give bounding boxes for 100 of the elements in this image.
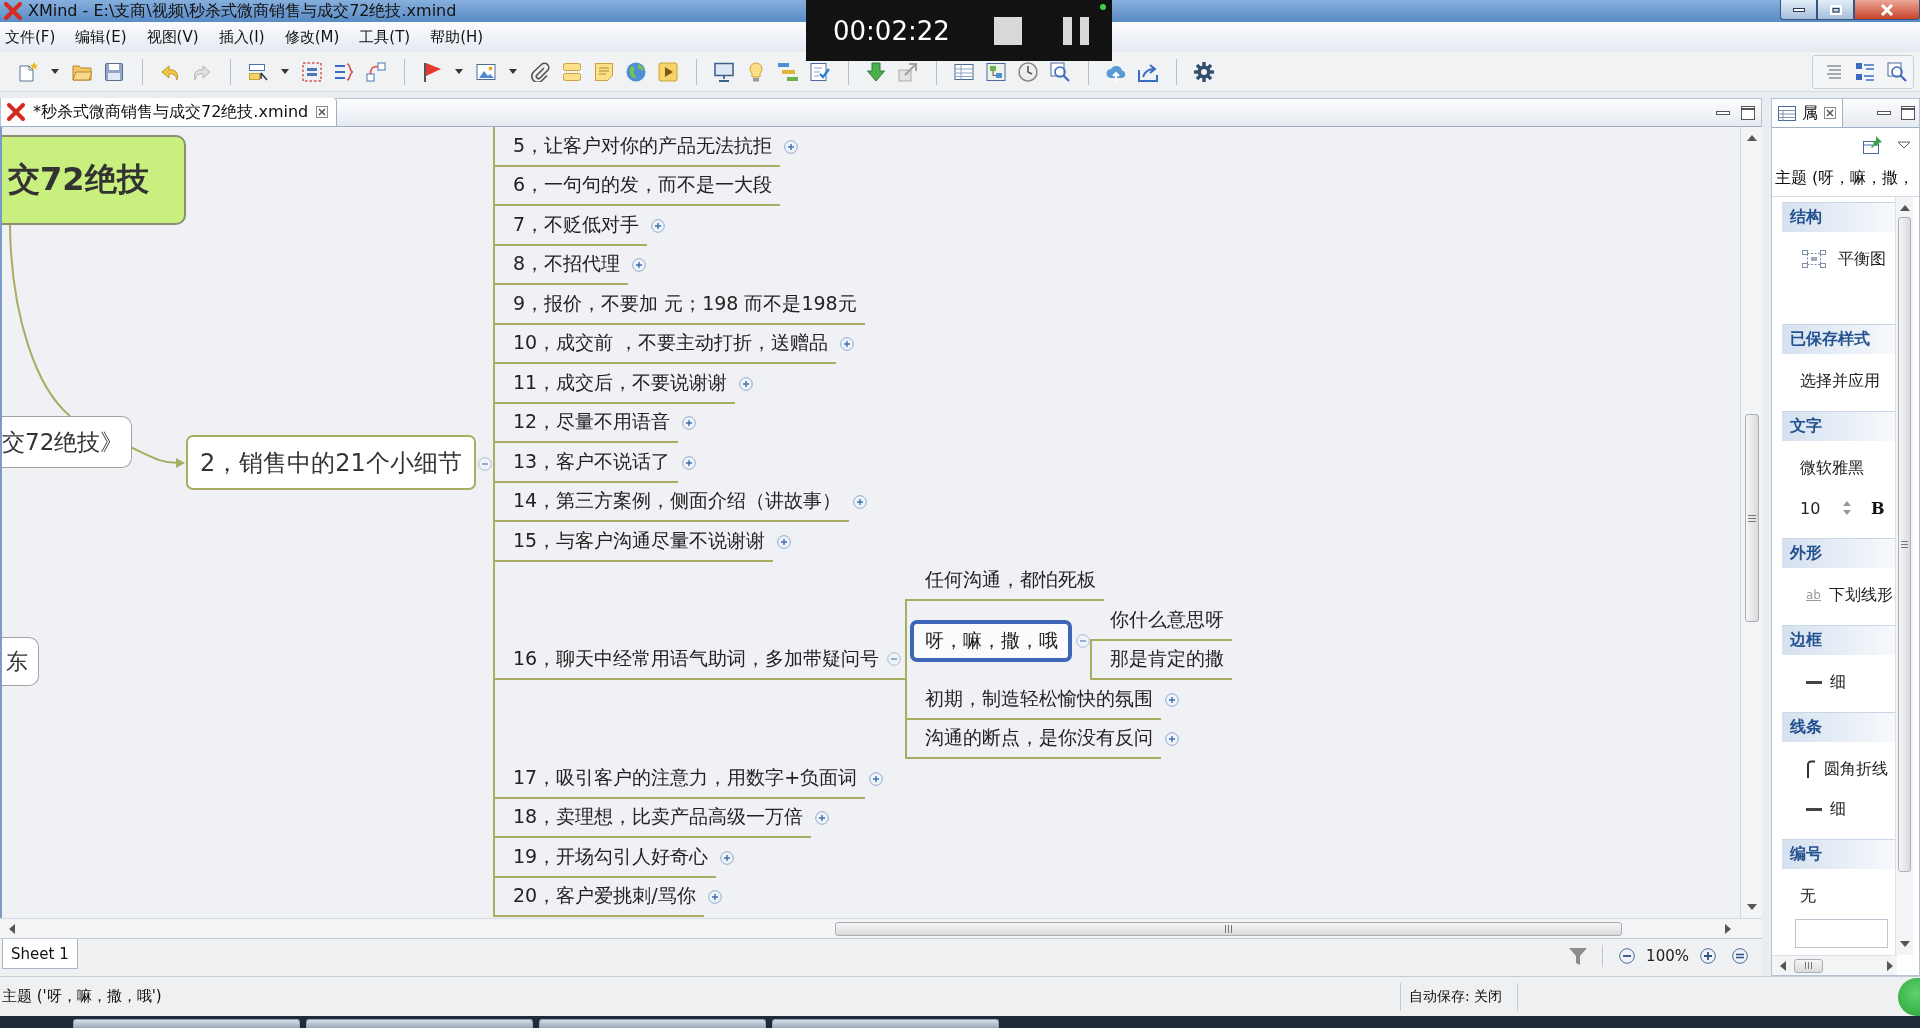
menu-item[interactable]: 插入(I) — [218, 27, 265, 47]
scroll-up-icon[interactable] — [1746, 135, 1757, 141]
numbering-field[interactable] — [1795, 919, 1888, 948]
menu-item[interactable]: 视图(V) — [146, 27, 199, 47]
caret-icon[interactable] — [281, 69, 289, 74]
maximize-icon[interactable] — [1901, 106, 1915, 120]
pause-icon[interactable] — [1062, 16, 1089, 45]
menu-item[interactable]: 编辑(E) — [75, 27, 127, 47]
subtopic[interactable]: 5，让客户对你的产品无法抗拒 — [493, 127, 781, 167]
subtopic[interactable]: 6，一句句的发，而不是一大段 — [493, 166, 781, 206]
monitor-icon[interactable] — [714, 61, 734, 82]
expand-icon[interactable] — [869, 771, 884, 786]
add-topic-icon[interactable] — [248, 61, 268, 82]
subtopic[interactable]: 沟通的断点，是你没有反问 — [905, 719, 1162, 759]
subtopic[interactable]: 12，尽量不用语音 — [493, 403, 679, 443]
horizontal-scrollbar[interactable] — [1772, 955, 1897, 975]
expand-icon[interactable] — [739, 376, 754, 391]
caret-icon[interactable] — [1897, 140, 1911, 149]
lightbulb-icon[interactable] — [746, 61, 766, 82]
section-header[interactable]: 已保存样式 — [1782, 324, 1895, 354]
central-topic[interactable]: 交72绝技 — [2, 135, 186, 225]
caret-icon[interactable] — [509, 69, 517, 74]
checklist-icon[interactable] — [810, 61, 830, 82]
menu-item[interactable]: 帮助(H) — [430, 27, 484, 47]
scrollbar-thumb[interactable] — [1744, 414, 1759, 622]
menu-item[interactable]: 修改(M) — [284, 27, 340, 47]
menu-item[interactable]: 工具(T) — [359, 27, 411, 47]
caret-icon[interactable] — [455, 69, 463, 74]
filter-icon[interactable] — [1568, 947, 1589, 965]
panel-tab[interactable]: 属 — [1772, 99, 1843, 127]
bold-button[interactable]: B — [1869, 498, 1887, 518]
subtopic[interactable]: 呀，嘛，撒，哦 — [910, 619, 1073, 662]
export-icon[interactable] — [898, 61, 918, 82]
property-option[interactable]: ab 下划线形 — [1782, 575, 1895, 615]
share-icon[interactable] — [1138, 61, 1158, 82]
subtopic[interactable]: 任何沟通，都怕死板 — [905, 561, 1105, 601]
stop-icon[interactable] — [993, 16, 1022, 45]
expand-icon[interactable] — [853, 495, 868, 510]
paperclip-icon[interactable] — [530, 61, 550, 82]
horizontal-scrollbar[interactable] — [0, 918, 1762, 938]
expand-icon[interactable] — [1165, 732, 1180, 747]
subtopic[interactable]: 9，报价，不要加 元；198 而不是198元 — [493, 285, 865, 325]
outline-icon[interactable] — [1855, 61, 1875, 82]
topic[interactable]: 交72绝技》 — [2, 416, 133, 468]
save-icon[interactable] — [104, 61, 124, 82]
expand-icon[interactable] — [720, 850, 735, 865]
magnifier-icon[interactable] — [1050, 61, 1070, 82]
scrollbar-thumb[interactable] — [1794, 958, 1823, 973]
diagram-icon[interactable] — [986, 61, 1006, 82]
subtopic[interactable]: 初期，制造轻松愉快的氛围 — [905, 680, 1162, 720]
property-option[interactable]: 平衡图 — [1782, 239, 1895, 279]
scroll-down-icon[interactable] — [1899, 941, 1910, 947]
stacked-labels-icon[interactable] — [562, 61, 582, 82]
expand-icon[interactable] — [632, 258, 647, 273]
caret-icon[interactable] — [51, 69, 59, 74]
expand-icon[interactable] — [777, 534, 792, 549]
expand-icon[interactable] — [682, 416, 697, 431]
minimize-icon[interactable] — [1716, 110, 1730, 115]
subtopic[interactable]: 18，卖理想，比卖产品高级一万倍 — [493, 798, 812, 838]
vertical-scrollbar[interactable] — [1895, 197, 1913, 955]
subtopic[interactable]: 15，与客户沟通尽量不说谢谢 — [493, 522, 774, 562]
scroll-right-icon[interactable] — [1725, 923, 1731, 934]
close-icon[interactable] — [316, 106, 329, 118]
scroll-right-icon[interactable] — [1887, 960, 1893, 971]
globe-icon[interactable] — [626, 61, 646, 82]
editor-tab[interactable]: *秒杀式微商销售与成交72绝技.xmind — [1, 98, 338, 126]
download-icon[interactable] — [866, 61, 886, 82]
note-icon[interactable] — [594, 61, 614, 82]
section-header[interactable]: 外形 — [1782, 538, 1895, 568]
menu-item[interactable]: 文件(F) — [5, 27, 56, 47]
fit-icon[interactable] — [1732, 948, 1748, 964]
close-icon[interactable] — [1824, 107, 1836, 119]
property-option[interactable]: 无 — [1782, 876, 1895, 916]
collapse-icon[interactable] — [1076, 633, 1091, 648]
bracket-lines-icon[interactable] — [334, 61, 354, 82]
scrollbar-thumb[interactable] — [835, 921, 1622, 936]
zoom-out-icon[interactable] — [1619, 948, 1636, 964]
scroll-down-icon[interactable] — [1746, 904, 1757, 910]
section-header[interactable]: 线条 — [1782, 712, 1895, 742]
table-icon[interactable] — [954, 61, 974, 82]
scroll-left-icon[interactable] — [9, 923, 15, 934]
close-button[interactable] — [1854, 0, 1920, 20]
maximize-icon[interactable] — [1741, 105, 1755, 120]
expand-icon[interactable] — [651, 218, 666, 233]
property-option[interactable]: 圆角折线 — [1782, 749, 1895, 789]
subtopic[interactable]: 7，不贬低对手 — [493, 206, 648, 246]
section-header[interactable]: 结构 — [1782, 202, 1895, 232]
section-header[interactable]: 编号 — [1782, 839, 1895, 869]
magnifier-icon[interactable] — [1887, 61, 1907, 82]
connector-icon[interactable] — [366, 61, 386, 82]
scrollbar-thumb[interactable] — [1898, 217, 1911, 872]
subtopic[interactable]: 那是肯定的撒 — [1090, 640, 1233, 680]
clock-icon[interactable] — [1018, 61, 1038, 82]
section-header[interactable]: 文字 — [1782, 411, 1895, 441]
subtopic[interactable]: 14，第三方案例，侧面介绍（讲故事） — [493, 482, 850, 522]
subtopic[interactable]: 16，聊天中经常用语气助词，多加带疑问号 — [493, 640, 906, 680]
zoom-in-icon[interactable] — [1700, 948, 1716, 964]
subtopic[interactable]: 8，不招代理 — [493, 245, 629, 285]
picture-icon[interactable] — [476, 61, 496, 82]
scroll-up-icon[interactable] — [1899, 205, 1910, 211]
